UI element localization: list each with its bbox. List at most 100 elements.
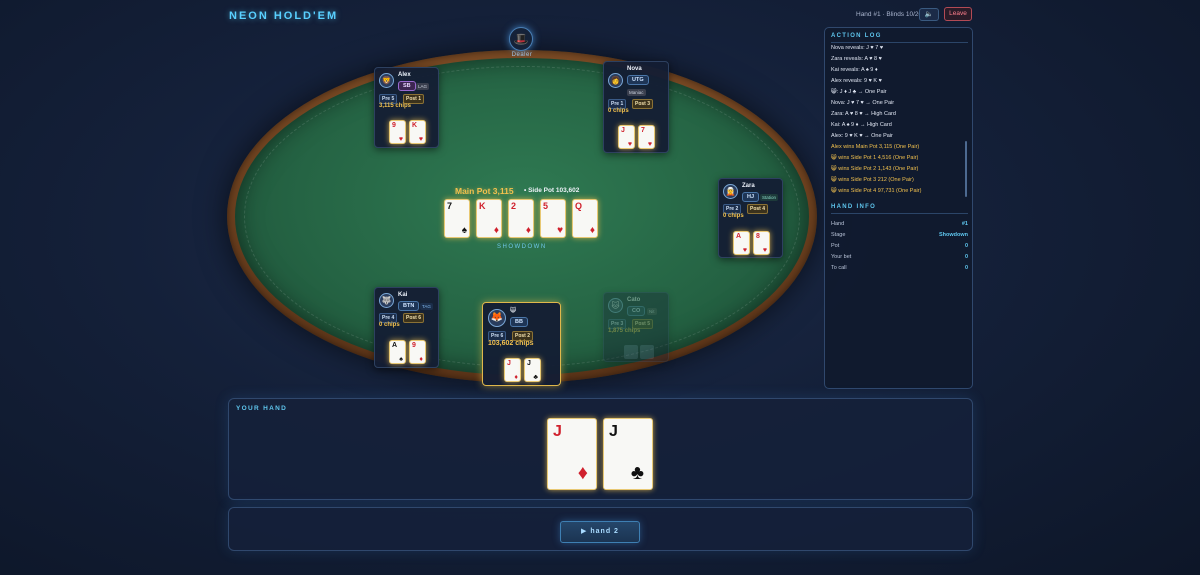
suit-heart-icon: ♥ [762,247,767,254]
card-back [624,345,638,359]
board-card: 7 ♠ [444,199,470,238]
suit-diamond-icon: ♦ [589,225,595,236]
suit-heart-icon: ♥ [557,225,563,236]
hole-card: J ♥ [618,125,635,149]
avatar: 🐺 [379,293,394,308]
chip-count: 0 chips [723,213,744,219]
info-row-stage: Stage Showdown [831,232,968,238]
sound-toggle-button[interactable]: 🔈 [919,8,939,21]
info-row-your-bet: Your bet 0 [831,254,968,260]
suit-diamond-icon: ♦ [493,225,499,236]
style-badge: TAG [420,303,433,310]
post-bet: Post 6 [403,313,425,323]
log-entry: 😸 wins Side Pot 3 212 (One Pair) [831,177,914,183]
suit-spade-icon: ♠ [399,356,403,363]
your-hand-card: J ♣ [603,418,653,490]
player-name: Kai [398,292,408,298]
chip-count: 0 chips [608,108,629,114]
chip-count: 0 chips [379,322,400,328]
leave-button[interactable]: Leave [944,7,972,21]
your-hand-card: J ♦ [547,418,597,490]
style-badge: Station [760,194,779,201]
post-bet: Post 3 [632,99,654,109]
hole-card: J ♦ [504,358,521,382]
next-hand-button[interactable]: ▶ hand 2 [560,521,640,543]
seat-cato: 🐱 Cato CO Nit Pre 3 Post 5 1,875 chips [603,292,669,362]
board-card: K ♦ [476,199,502,238]
log-entry: Alex wins Main Pot 3,115 (One Pair) [831,144,920,150]
divider [831,42,968,43]
suit-club-icon: ♣ [630,462,644,484]
hand-info-title: HAND INFO [831,204,877,210]
app-title: NEON HOLD'EM [229,10,339,22]
suit-diamond-icon: ♦ [419,356,423,363]
log-entry: 😸 wins Side Pot 2 1,143 (One Pair) [831,166,919,172]
player-name: Nova [627,66,642,72]
suit-spade-icon: ♠ [461,225,467,236]
player-name: Cato [627,297,641,303]
player-name: Zara [742,183,755,189]
board-card: Q ♦ [572,199,598,238]
chip-count: 103,602 chips [488,340,534,347]
player-name: Alex [398,72,411,78]
log-entry: Nova: J ♥ 7 ♥ → One Pair [831,100,895,106]
suit-diamond-icon: ♦ [514,374,518,381]
chip-count: 1,875 chips [608,328,641,334]
info-row-to-call: To call 0 [831,265,968,271]
position-badge: HJ [742,192,760,202]
suit-heart-icon: ♥ [647,141,652,148]
suit-diamond-icon: ♦ [525,225,531,236]
your-hand-panel [228,398,973,500]
info-row-hand: Hand #1 [831,221,968,227]
hole-card: A ♠ [389,340,406,364]
player-name: 😸 [510,308,517,314]
log-entry: Zara reveals: A ♥ 8 ♥ [831,56,882,62]
suit-heart-icon: ♥ [627,141,632,148]
board-card: 2 ♦ [508,199,534,238]
position-badge: CO [627,306,646,316]
hole-card: 9 ♦ [409,340,426,364]
avatar: 🐱 [608,298,623,313]
suit-heart-icon: ♥ [418,136,423,143]
dealer-label: Dealer [511,52,533,58]
hole-card: 9 ♥ [389,120,406,144]
log-scrollbar[interactable] [965,141,967,197]
position-badge: BTN [398,301,420,311]
main-pot: Main Pot 3,115 [455,186,514,196]
post-bet: Post 4 [747,204,769,214]
style-badge: LAG [416,83,430,90]
suit-club-icon: ♣ [533,374,538,381]
position-badge: SB [398,81,416,91]
style-badge: Maniac [627,89,646,96]
seat-kai: 🐺 Kai BTN TAG Pre 4 Post 6 0 chips A ♠ 9 ♦ [374,287,439,368]
seat-nova: 👩 Nova UTG Maniac Pre 1 Post 3 0 chips J… [603,61,669,153]
side-pot: • Side Pot 103,602 [524,187,580,194]
side-panel: ACTION LOG Nova reveals: J ♥ 7 ♥ Zara re… [824,27,973,389]
hole-card: 7 ♥ [638,125,655,149]
suit-diamond-icon: ♦ [577,462,588,484]
position-badge: UTG [627,75,649,85]
card-back [640,345,654,359]
hand-blinds-info: Hand #1 · Blinds 10/20 [856,11,923,18]
suit-heart-icon: ♥ [742,247,747,254]
board-card: 5 ♥ [540,199,566,238]
log-entry: Alex: 9 ♥ K ♥ → One Pair [831,133,893,139]
chip-count: 3,115 chips [379,103,412,109]
seat-zara: 🧝 Zara HJ Station Pre 2 Post 4 0 chips A… [718,178,783,258]
log-entry: 😸 wins Side Pot 4 97,731 (One Pair) [831,188,922,194]
hole-card: J ♣ [524,358,541,382]
style-badge: Nit [647,308,657,315]
your-hand-label: YOUR HAND [236,405,288,412]
dealer-avatar: 🎩 [509,27,533,51]
hole-card: A ♥ [733,231,750,255]
log-entry: Zara: A ♥ 8 ♥ → High Card [831,111,896,117]
top-hat-icon: 🎩 [513,32,529,46]
suit-heart-icon: ♥ [398,136,403,143]
divider [831,213,968,214]
log-entry: 😸 wins Side Pot 1 4,516 (One Pair) [831,155,919,161]
seat-alex: 🦁 Alex SB LAG Pre 5 Post 1 3,115 chips 9… [374,67,439,148]
seat-self: 🦊 😸 BB Pre 6 Post 2 103,602 chips J ♦ J ♣ [482,302,561,386]
log-entry: Kai: A ♠ 9 ♦ → High Card [831,122,892,128]
avatar: 👩 [608,73,623,88]
log-entry: Alex reveals: 9 ♥ K ♥ [831,78,882,84]
